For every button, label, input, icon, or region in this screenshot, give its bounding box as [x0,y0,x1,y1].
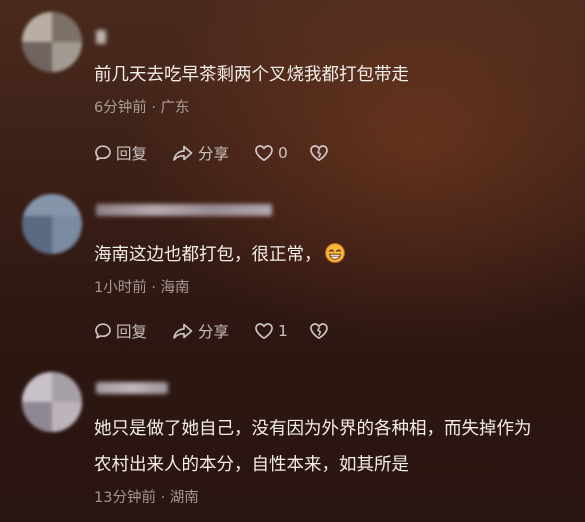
comment-meta: 13分钟前 · 湖南 [94,490,199,506]
avatar[interactable] [22,194,82,254]
broken-heart-icon [309,144,329,162]
share-label: 分享 [198,145,230,163]
broken-heart-icon [309,322,329,340]
comment-text-content: 海南这边也都打包，很正常， [94,245,322,265]
share-arrow-icon [172,144,194,162]
like-count: 1 [278,322,288,340]
username[interactable] [96,30,106,44]
comment-meta: 1小时前 · 海南 [94,280,190,296]
reply-button[interactable]: 回复 [94,320,147,342]
comment-text: 前几天去吃早茶剩两个叉烧我都打包带走 [94,65,409,85]
share-label: 分享 [198,323,230,341]
like-count: 0 [278,144,288,162]
heart-icon [254,144,274,162]
comment-1: 前几天去吃早茶剩两个叉烧我都打包带走 6分钟前 · 广东 回复 分享 0 [0,0,585,178]
comment-meta: 6分钟前 · 广东 [94,100,190,116]
comment-3: 她只是做了她自己，没有因为外界的各种相，而失掉作为 农村出来人的本分，自性本来，… [0,356,585,522]
like-button[interactable]: 1 [254,320,288,342]
reply-label: 回复 [116,323,148,341]
reply-label: 回复 [116,145,148,163]
comment-text-line-1: 她只是做了她自己，没有因为外界的各种相，而失掉作为 [94,419,532,439]
comment-actions: 回复 分享 0 [94,142,354,164]
share-arrow-icon [172,322,194,340]
share-button[interactable]: 分享 [172,320,229,342]
comment-text: 海南这边也都打包，很正常， [94,240,346,270]
comment-text-line-2: 农村出来人的本分，自性本来，如其所是 [94,455,409,475]
comment-actions: 回复 分享 1 [94,320,354,342]
username[interactable] [96,382,168,394]
avatar[interactable] [22,372,82,432]
reply-button[interactable]: 回复 [94,142,147,164]
avatar[interactable] [22,12,82,72]
dislike-button[interactable] [309,142,329,164]
comment-2: 海南这边也都打包，很正常， 1小时前 · 海南 回复 分享 1 [0,178,585,356]
like-button[interactable]: 0 [254,142,288,164]
grinning-face-icon [324,242,346,264]
username[interactable] [96,204,272,216]
heart-icon [254,322,274,340]
speech-bubble-icon [94,322,112,340]
speech-bubble-icon [94,144,112,162]
dislike-button[interactable] [309,320,329,342]
share-button[interactable]: 分享 [172,142,229,164]
